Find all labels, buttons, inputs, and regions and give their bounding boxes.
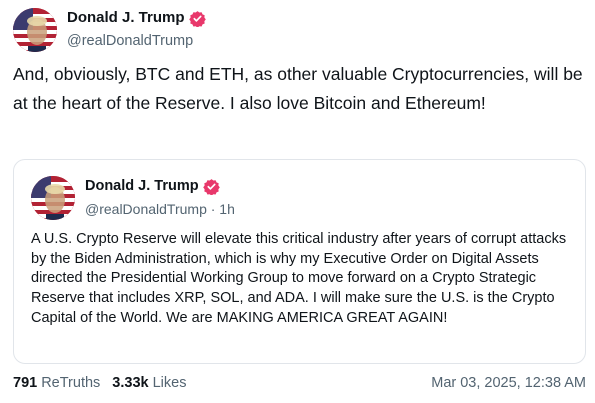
likes-count: 3.33k (112, 375, 149, 391)
quoted-name-row: Donald J. Trump (85, 177, 235, 196)
quoted-post[interactable]: Donald J. Trump @realDonaldTrump · 1h A … (13, 159, 586, 364)
retruths-label: ReTruths (41, 375, 101, 391)
author-names: Donald J. Trump @realDonaldTrump (67, 9, 206, 51)
quoted-author-handle: @realDonaldTrump · 1h (85, 201, 235, 217)
quoted-avatar (31, 176, 75, 220)
quoted-author-names: Donald J. Trump @realDonaldTrump · 1h (85, 177, 235, 219)
post-header: Donald J. Trump @realDonaldTrump (13, 8, 206, 52)
retruths-count: 791 (13, 375, 38, 391)
retruths-stat[interactable]: 791 ReTruths (13, 375, 100, 391)
likes-stat[interactable]: 3.33k Likes (112, 375, 186, 391)
post-footer: 791 ReTruths 3.33k Likes Mar 03, 2025, 1… (13, 372, 586, 394)
avatar-image (13, 8, 57, 52)
quoted-post-header: Donald J. Trump @realDonaldTrump · 1h (31, 176, 235, 220)
quoted-author-display-name: Donald J. Trump (85, 178, 199, 194)
quoted-avatar-image (31, 176, 75, 220)
author-display-name[interactable]: Donald J. Trump (67, 9, 185, 27)
quoted-post-text: A U.S. Crypto Reserve will elevate this … (31, 231, 567, 326)
author-handle[interactable]: @realDonaldTrump (67, 31, 206, 51)
verified-badge-icon (188, 10, 206, 28)
post-text: And, obviously, BTC and ETH, as other va… (13, 64, 583, 113)
post-timestamp[interactable]: Mar 03, 2025, 12:38 AM (431, 375, 586, 391)
avatar[interactable] (13, 8, 57, 52)
likes-label: Likes (152, 375, 187, 391)
quoted-verified-badge-icon (202, 178, 220, 196)
name-row: Donald J. Trump (67, 9, 206, 28)
